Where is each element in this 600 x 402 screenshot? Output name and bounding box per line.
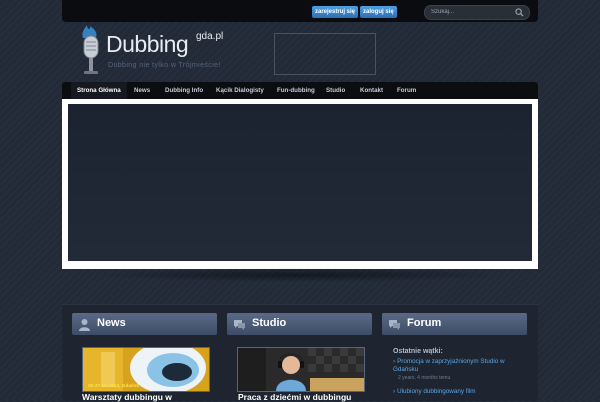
studio-column-title: Studio: [252, 317, 287, 329]
search-icon[interactable]: [515, 8, 524, 17]
forum-topic-title: Promocja w zaprzyjaźnionym Studio w Gdań…: [393, 358, 505, 373]
forum-latest-label: Ostatnie wątki:: [393, 348, 443, 355]
main-navigation: Strona Główna News Dubbing Info Kącik Di…: [62, 82, 538, 99]
header-banner-placeholder: [274, 33, 376, 75]
nav-item-fun-dubbing[interactable]: Fun-dubbing: [277, 82, 315, 99]
login-button[interactable]: zaloguj się: [360, 6, 397, 18]
news-column-title: News: [97, 317, 126, 329]
news-thumbnail[interactable]: 25-27.10.2013, Gdańsk: [82, 347, 210, 392]
slider-image-area: [68, 104, 532, 261]
forum-topic-meta: 2 years, 4 months temu: [398, 375, 451, 381]
nav-item-studio[interactable]: Studio: [326, 82, 345, 99]
register-button[interactable]: zarejestruj się: [312, 6, 359, 18]
nav-item-dialogist-corner[interactable]: Kącik Dialogisty: [216, 82, 264, 99]
logo-title: Dubbing: [106, 31, 189, 57]
news-article-title[interactable]: Warsztaty dubbingu w: [82, 392, 172, 402]
studio-column-header: Studio: [227, 313, 372, 335]
studio-thumbnail-image: [238, 348, 364, 391]
nav-item-news[interactable]: News: [134, 82, 150, 99]
chat-bubble-icon: [234, 320, 245, 330]
studio-thumbnail[interactable]: [237, 347, 365, 392]
chat-bubble-icon: [389, 320, 400, 330]
user-icon: [79, 319, 90, 331]
site-logo[interactable]: Dubbing gda.pl Dubbing nie tylko w Trójm…: [75, 22, 275, 80]
featured-slider[interactable]: [62, 99, 538, 269]
logo-tagline: Dubbing nie tylko w Trójmieście!: [108, 62, 221, 69]
nav-item-home[interactable]: Strona Główna: [71, 82, 127, 99]
news-thumbnail-caption: 25-27.10.2013, Gdańsk: [88, 384, 140, 389]
news-column-header: News: [72, 313, 217, 335]
forum-topic-title: Ulubiony dubbingowany film: [397, 388, 476, 395]
bullet-icon: ›: [393, 358, 396, 365]
studio-article-title[interactable]: Praca z dziećmi w dubbingu: [238, 392, 351, 402]
bullet-icon: ›: [393, 388, 396, 395]
search-input[interactable]: [431, 7, 511, 17]
search-box: [424, 5, 530, 20]
forum-topic-link[interactable]: › Ulubiony dubbingowany film: [393, 388, 528, 396]
forum-column-header: Forum: [382, 313, 527, 335]
nav-item-forum[interactable]: Forum: [397, 82, 416, 99]
nav-item-dubbing-info[interactable]: Dubbing Info: [165, 82, 203, 99]
top-bar: zarejestruj się zaloguj się: [62, 0, 538, 22]
nav-item-contact[interactable]: Kontakt: [360, 82, 383, 99]
microphone-icon: [82, 25, 99, 74]
forum-topic-link[interactable]: › Promocja w zaprzyjaźnionym Studio w Gda…: [393, 358, 528, 374]
slider-shadow: [90, 268, 510, 282]
forum-column-title: Forum: [407, 317, 442, 329]
logo-domain: gda.pl: [196, 31, 224, 42]
